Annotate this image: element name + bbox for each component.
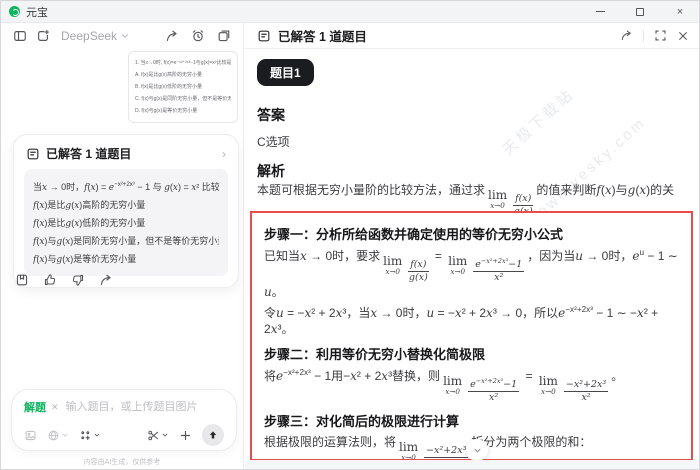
question-thumbnail[interactable]: 1. 当x→0时, f(x)=e⁻ˣ²⁺²ˣ³−1与g(x)=x²比较是（ ） … — [128, 51, 238, 123]
image-upload-icon[interactable] — [24, 429, 37, 442]
share-solution-icon[interactable] — [620, 29, 633, 42]
bookmark-icon[interactable] — [15, 273, 29, 287]
step-title: 步骤一：分析所给函数并确定使用的等价无穷小公式 — [264, 224, 679, 243]
panel-bottom-strip — [245, 460, 700, 470]
chevron-right-icon[interactable]: › — [222, 147, 226, 161]
ai-disclaimer: 内容由AI生成，仅供参考 — [1, 457, 243, 467]
yuanbao-logo-icon — [9, 6, 20, 17]
message-actions — [15, 273, 113, 287]
solution-panel: 天极下载站 mydown.yesky.com 已解答 1 道题目 题 — [245, 23, 700, 470]
thumbnail-option-a: A. f(x)是比g(x)高阶的无穷小量 — [135, 69, 231, 81]
divider — [643, 30, 644, 42]
step-line: 已知当x → 0时，要求limx→0f(x)g(x) = limx→0e−x²+… — [264, 247, 679, 300]
question-badge: 题目1 — [257, 59, 314, 86]
step-title: 步骤二：利用等价无穷小替换化简极限 — [264, 344, 679, 363]
solve-mode-tag: 解题 — [24, 399, 46, 415]
globe-icon — [47, 429, 60, 442]
solution-body: 题目1 答案 C选项 解析 本题可根据无穷小量阶的比较方法，通过求limx→0f… — [245, 49, 700, 470]
history-clock-icon[interactable] — [191, 29, 205, 43]
answer-sheet-icon — [257, 29, 271, 43]
chevron-down-icon — [472, 445, 483, 456]
sidebar-toggle-icon[interactable] — [13, 29, 27, 43]
maximize-button[interactable] — [631, 4, 649, 20]
web-search-toggle[interactable] — [47, 429, 69, 442]
step-line: 令u = −x² + 2x³，当x → 0时，u = −x² + 2x³ → 0… — [264, 304, 679, 337]
input-card[interactable]: 解题 ✕ — [11, 389, 237, 451]
scissors-icon — [147, 429, 160, 442]
card-option: f(x)是比g(x)高阶的无穷小量 — [33, 197, 219, 215]
panel-close-icon[interactable] — [677, 30, 689, 42]
chevron-down-icon — [120, 31, 130, 41]
card-option: f(x)是比g(x)低阶的无穷小量 — [33, 215, 219, 233]
title-bar: 元宝 × — [1, 1, 700, 23]
share-message-icon[interactable] — [99, 273, 113, 287]
card-title: 已解答 1 道题目 — [46, 145, 131, 162]
chevron-down-icon — [61, 431, 69, 439]
app-title: 元宝 — [26, 4, 48, 20]
chevron-down-icon — [93, 431, 101, 439]
answer-value: C选项 — [257, 133, 290, 150]
card-option: f(x)与g(x)是同阶无穷小量，但不是等价无穷小量 — [33, 233, 219, 251]
thumbs-up-icon[interactable] — [43, 273, 57, 287]
model-selector[interactable]: DeepSeek — [61, 29, 130, 43]
highlighted-steps-box: 步骤一：分析所给函数并确定使用的等价无穷小公式 已知当x → 0时，要求limx… — [250, 211, 693, 461]
send-button[interactable] — [202, 424, 224, 446]
thumbs-down-icon[interactable] — [71, 273, 85, 287]
screenshot-menu[interactable] — [147, 429, 169, 442]
card-question-box: 当x → 0时，f(x) = e−x²+2x³ − 1 与 g(x) = x² … — [24, 169, 228, 276]
answer-sheet-icon — [26, 147, 40, 161]
thumbnail-question: 1. 当x→0时, f(x)=e⁻ˣ²⁺²ˣ³−1与g(x)=x²比较是（ ） — [135, 57, 231, 69]
question-input[interactable] — [64, 400, 224, 414]
analysis-heading: 解析 — [257, 161, 285, 181]
model-label: DeepSeek — [61, 29, 117, 43]
tag-close-icon[interactable]: ✕ — [51, 402, 59, 413]
card-question: 当x → 0时，f(x) = e−x²+2x³ − 1 与 g(x) = x² … — [33, 176, 219, 197]
answer-heading: 答案 — [257, 105, 285, 125]
minimize-button[interactable] — [591, 4, 609, 20]
fullscreen-icon[interactable] — [654, 29, 667, 42]
card-option: f(x)与g(x)是等价无穷小量 — [33, 251, 219, 269]
send-arrow-icon — [207, 429, 219, 441]
thumbnail-option-b: B. f(x)是比g(x)低阶的无穷小量 — [135, 81, 231, 93]
solution-header: 已解答 1 道题目 — [245, 23, 700, 49]
thumbnail-option-d: D. f(x)与g(x)是等价无穷小量 — [135, 105, 231, 117]
step-line: 将e−x²+2x³ − 1用−x² + 2x³替换，则limx→0e−x²+2x… — [264, 367, 679, 404]
step-1: 步骤一：分析所给函数并确定使用的等价无穷小公式 已知当x → 0时，要求limx… — [264, 224, 679, 337]
scroll-down-button[interactable] — [466, 439, 488, 461]
skills-grid-icon — [79, 429, 92, 442]
skills-menu[interactable] — [79, 429, 101, 442]
share-icon[interactable] — [165, 29, 179, 43]
chat-toolbar: DeepSeek — [1, 23, 243, 49]
step-2: 步骤二：利用等价无穷小替换化简极限 将e−x²+2x³ − 1用−x² + 2x… — [264, 344, 679, 404]
thumbnail-option-c: C. f(x)与g(x)是同阶无穷小量，但不是等价无穷小量 — [135, 93, 231, 105]
app-window: 元宝 × DeepSeek — [0, 0, 700, 470]
open-in-panel-icon[interactable] — [217, 29, 231, 43]
step-title: 步骤三：对化简后的极限进行计算 — [264, 411, 679, 430]
chat-panel: DeepSeek 1. 当x→0时, f(x)=e⁻ˣ²⁺²ˣ³−1与g(x)=… — [1, 23, 244, 470]
new-chat-icon[interactable] — [36, 29, 50, 43]
chevron-down-icon — [161, 431, 169, 439]
solved-questions-card[interactable]: 已解答 1 道题目 › 当x → 0时，f(x) = e−x²+2x³ − 1 … — [13, 134, 239, 288]
solution-title: 已解答 1 道题目 — [278, 26, 367, 45]
window-close-button[interactable]: × — [671, 4, 689, 20]
add-attachment-icon[interactable] — [179, 429, 192, 442]
